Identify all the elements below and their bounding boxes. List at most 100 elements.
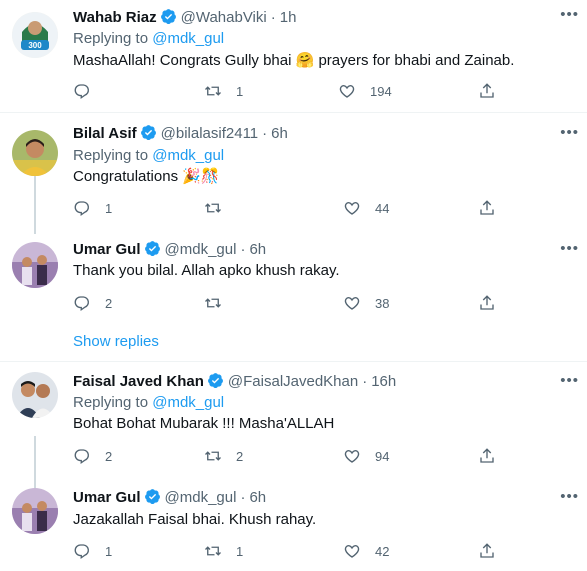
- avatar[interactable]: [12, 372, 58, 418]
- tweet[interactable]: Umar Gul @mdk_gul · 6h ••• Thank you bilal.…: [0, 240, 587, 316]
- like-button[interactable]: 44: [343, 198, 389, 218]
- display-name[interactable]: Umar Gul: [73, 489, 141, 506]
- user-handle[interactable]: @bilalasif2411: [161, 125, 259, 142]
- replying-label: Replying to: [73, 30, 153, 47]
- share-icon: [480, 543, 494, 558]
- reply-button[interactable]: [73, 81, 105, 101]
- reply-button[interactable]: 1: [73, 541, 112, 561]
- avatar[interactable]: [12, 488, 58, 534]
- retweet-icon: [205, 203, 221, 213]
- replying-to: Replying to @mdk_gul: [73, 146, 224, 166]
- more-icon[interactable]: •••: [560, 489, 579, 504]
- retweet-count: 2: [236, 448, 244, 464]
- avatar[interactable]: [12, 242, 58, 288]
- divider: [0, 112, 587, 113]
- share-icon: [480, 83, 494, 98]
- user-handle[interactable]: @mdk_gul: [165, 489, 237, 506]
- tweet-actions: 1 194: [73, 81, 503, 101]
- show-replies-link[interactable]: Show replies: [73, 333, 159, 350]
- reply-count: 2: [105, 448, 113, 464]
- timestamp[interactable]: 6h: [249, 241, 266, 258]
- like-icon: [344, 450, 360, 463]
- replying-label: Replying to: [73, 147, 153, 164]
- verified-badge-icon: [160, 9, 176, 25]
- replying-to: Replying to @mdk_gul: [73, 393, 224, 413]
- retweet-button[interactable]: 1: [204, 541, 243, 561]
- share-icon: [480, 448, 494, 463]
- like-count: 194: [370, 83, 392, 99]
- like-button[interactable]: 94: [343, 446, 389, 466]
- tweet[interactable]: Faisal Javed Khan @FaisalJavedKhan · 16h ••…: [0, 372, 587, 470]
- more-icon[interactable]: •••: [560, 373, 579, 388]
- reply-button[interactable]: 1: [73, 198, 112, 218]
- retweet-button[interactable]: 2: [204, 446, 243, 466]
- like-button[interactable]: 194: [338, 81, 392, 101]
- retweet-button[interactable]: 1: [204, 81, 243, 101]
- like-button[interactable]: 42: [343, 541, 389, 561]
- user-handle[interactable]: @mdk_gul: [165, 241, 237, 258]
- user-handle[interactable]: @WahabViki: [181, 9, 267, 26]
- tweet[interactable]: 300 Wahab Riaz @WahabViki · 1h ••• Replying…: [0, 6, 587, 110]
- more-icon[interactable]: •••: [560, 7, 579, 22]
- display-name[interactable]: Bilal Asif: [73, 125, 137, 142]
- like-icon: [344, 202, 360, 215]
- display-name[interactable]: Umar Gul: [73, 241, 141, 258]
- mention-link[interactable]: @mdk_gul: [152, 30, 224, 47]
- reply-button[interactable]: 2: [73, 446, 112, 466]
- share-button[interactable]: [478, 446, 496, 466]
- share-button[interactable]: [478, 293, 496, 313]
- tweet[interactable]: Umar Gul @mdk_gul · 6h ••• Jazakallah Faisa…: [0, 488, 587, 568]
- share-icon: [480, 295, 494, 310]
- verified-badge-icon: [144, 241, 160, 257]
- tweet-text: Thank you bilal. Allah apko khush rakay.: [73, 262, 340, 279]
- timestamp[interactable]: 1h: [280, 9, 297, 26]
- reply-icon: [74, 84, 89, 100]
- reply-count: 2: [105, 295, 113, 311]
- like-button[interactable]: 38: [343, 293, 389, 313]
- reply-icon: [74, 449, 89, 465]
- reply-button[interactable]: 2: [73, 293, 112, 313]
- tweet-text: Jazakallah Faisal bhai. Khush rahay.: [73, 511, 317, 528]
- more-icon[interactable]: •••: [560, 125, 579, 140]
- user-handle[interactable]: @FaisalJavedKhan: [228, 373, 358, 390]
- retweet-icon: [205, 298, 221, 308]
- display-name[interactable]: Wahab Riaz: [73, 9, 157, 26]
- reply-icon: [74, 201, 89, 217]
- separator-dot: ·: [362, 373, 368, 390]
- reply-icon: [74, 296, 89, 312]
- timestamp[interactable]: 16h: [371, 373, 396, 390]
- tweet[interactable]: Bilal Asif @bilalasif2411 · 6h ••• Replying…: [0, 124, 587, 222]
- retweet-icon: [205, 451, 221, 461]
- separator-dot: ·: [240, 241, 246, 258]
- avatar[interactable]: [12, 130, 58, 176]
- retweet-button[interactable]: [204, 293, 236, 313]
- mention-link[interactable]: @mdk_gul: [152, 147, 224, 164]
- tweet-actions: 2 38: [73, 293, 503, 313]
- separator-dot: ·: [240, 489, 246, 506]
- avatar[interactable]: 300: [12, 12, 58, 58]
- timestamp[interactable]: 6h: [271, 125, 288, 142]
- like-count: 38: [375, 295, 390, 311]
- like-icon: [339, 85, 355, 98]
- timestamp[interactable]: 6h: [249, 489, 266, 506]
- tweet-text: MashaAllah! Congrats Gully bhai 🤗 prayer…: [73, 52, 515, 69]
- share-button[interactable]: [478, 81, 496, 101]
- share-icon: [480, 200, 494, 215]
- tweet-text: Congratulations 🎉🎊: [73, 168, 220, 185]
- share-button[interactable]: [478, 541, 496, 561]
- verified-badge-icon: [144, 489, 160, 505]
- share-button[interactable]: [478, 198, 496, 218]
- more-icon[interactable]: •••: [560, 241, 579, 256]
- divider: [0, 361, 587, 362]
- like-count: 42: [375, 543, 390, 559]
- display-name[interactable]: Faisal Javed Khan: [73, 373, 204, 390]
- tweet-header: Wahab Riaz @WahabViki · 1h: [73, 8, 296, 28]
- verified-badge-icon: [207, 373, 223, 389]
- tweet-header: Bilal Asif @bilalasif2411 · 6h: [73, 124, 288, 144]
- tweet-actions: 1 44: [73, 198, 503, 218]
- retweet-count: 1: [236, 83, 244, 99]
- like-count: 44: [375, 200, 390, 216]
- mention-link[interactable]: @mdk_gul: [152, 394, 224, 411]
- tweet-actions: 2 2 94: [73, 446, 503, 466]
- retweet-button[interactable]: [204, 198, 236, 218]
